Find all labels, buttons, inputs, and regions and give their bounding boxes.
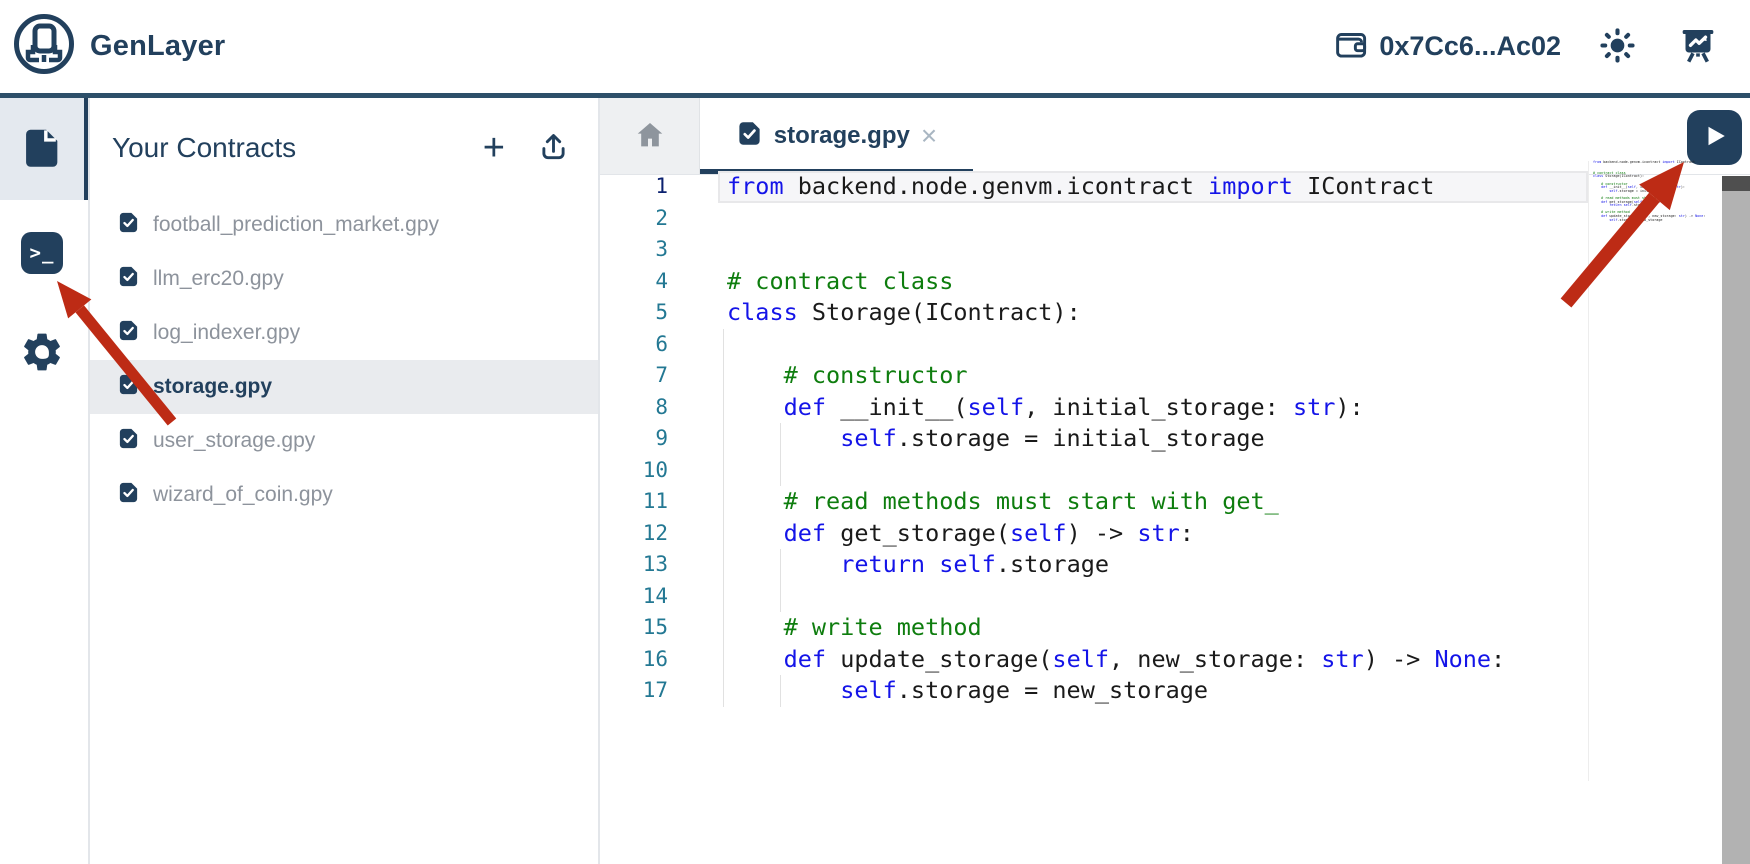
- line-number: 9: [600, 423, 668, 455]
- contract-file-name: user_storage.gpy: [153, 429, 315, 453]
- code-line-10[interactable]: 10: [600, 455, 1750, 487]
- code-line-3[interactable]: 3: [600, 234, 1750, 266]
- file-check-icon: [117, 211, 140, 239]
- home-icon: [634, 119, 666, 154]
- editor-tabbar: storage.gpy ×: [600, 98, 1750, 175]
- line-number: 2: [600, 203, 668, 235]
- run-button[interactable]: [1687, 110, 1742, 165]
- app-header: GenLayer 0x7Cc6...Ac02: [0, 0, 1750, 98]
- presentation-chart-icon: [1678, 25, 1718, 68]
- terminal-icon: >_: [21, 232, 63, 274]
- brand-title: GenLayer: [90, 30, 225, 63]
- sun-icon: [1597, 25, 1638, 69]
- line-number: 7: [600, 360, 668, 392]
- line-number: 6: [600, 329, 668, 361]
- file-icon: [19, 125, 65, 174]
- contract-list-item[interactable]: storage.gpy: [90, 360, 598, 414]
- add-contract-button[interactable]: +: [481, 133, 507, 163]
- contracts-panel: Your Contracts + football_prediction_mar…: [90, 98, 598, 864]
- code-line-11[interactable]: 11 # read methods must start with get_: [600, 486, 1750, 518]
- activity-sidebar: >_: [0, 98, 88, 864]
- line-number: 17: [600, 675, 668, 707]
- genlayer-logo: [12, 12, 76, 81]
- file-check-icon: [117, 319, 140, 347]
- code-line-12[interactable]: 12 def get_storage(self) -> str:: [600, 518, 1750, 550]
- editor-pane: storage.gpy × 1from backend.node.genvm.i…: [600, 98, 1750, 864]
- file-check-icon: [117, 427, 140, 455]
- contract-file-name: storage.gpy: [153, 375, 272, 399]
- tab-label: storage.gpy: [774, 122, 910, 150]
- wallet-address: 0x7Cc6...Ac02: [1379, 31, 1561, 62]
- contract-list-item[interactable]: log_indexer.gpy: [90, 306, 598, 360]
- file-check-icon: [117, 373, 140, 401]
- code-line-13[interactable]: 13 return self.storage: [600, 549, 1750, 581]
- wallet-address-button[interactable]: 0x7Cc6...Ac02: [1333, 26, 1561, 68]
- sidebar-item-contracts[interactable]: [0, 98, 84, 200]
- line-number: 3: [600, 234, 668, 266]
- file-check-icon: [117, 481, 140, 509]
- code-line-17[interactable]: 17 self.storage = new_storage: [600, 675, 1750, 707]
- close-tab-icon[interactable]: ×: [921, 124, 937, 148]
- code-line-5[interactable]: 5class Storage(IContract):: [600, 297, 1750, 329]
- code-line-6[interactable]: 6: [600, 329, 1750, 361]
- contract-list-item[interactable]: football_prediction_market.gpy: [90, 198, 598, 252]
- code-line-14[interactable]: 14: [600, 581, 1750, 613]
- stats-panel-button[interactable]: [1678, 25, 1718, 68]
- tab-home[interactable]: [600, 98, 700, 174]
- tab-storage-gpy[interactable]: storage.gpy ×: [700, 98, 973, 174]
- wallet-icon: [1333, 26, 1370, 68]
- code-line-1[interactable]: 1from backend.node.genvm.icontract impor…: [600, 171, 1750, 203]
- code-line-15[interactable]: 15 # write method: [600, 612, 1750, 644]
- upload-contract-button[interactable]: [537, 130, 570, 166]
- line-number: 16: [600, 644, 668, 676]
- line-number: 15: [600, 612, 668, 644]
- code-line-7[interactable]: 7 # constructor: [600, 360, 1750, 392]
- line-number: 11: [600, 486, 668, 518]
- sidebar-item-terminal[interactable]: >_: [0, 202, 84, 304]
- line-number: 12: [600, 518, 668, 550]
- code-editor[interactable]: 1from backend.node.genvm.icontract impor…: [600, 171, 1750, 864]
- contract-file-name: llm_erc20.gpy: [153, 267, 284, 291]
- line-number: 8: [600, 392, 668, 424]
- code-line-16[interactable]: 16 def update_storage(self, new_storage:…: [600, 644, 1750, 676]
- play-icon: [1702, 123, 1728, 152]
- code-line-4[interactable]: 4# contract class: [600, 266, 1750, 298]
- contract-list-item[interactable]: llm_erc20.gpy: [90, 252, 598, 306]
- file-check-icon: [736, 120, 763, 152]
- line-number: 4: [600, 266, 668, 298]
- contract-file-name: wizard_of_coin.gpy: [153, 483, 333, 507]
- code-line-9[interactable]: 9 self.storage = initial_storage: [600, 423, 1750, 455]
- line-number: 14: [600, 581, 668, 613]
- code-line-8[interactable]: 8 def __init__(self, initial_storage: st…: [600, 392, 1750, 424]
- theme-toggle-button[interactable]: [1597, 25, 1638, 69]
- line-number: 13: [600, 549, 668, 581]
- code-line-2[interactable]: 2: [600, 203, 1750, 235]
- contract-list-item[interactable]: user_storage.gpy: [90, 414, 598, 468]
- contracts-list: football_prediction_market.gpy llm_erc20…: [90, 198, 598, 522]
- gear-icon: [19, 329, 65, 378]
- line-number: 5: [600, 297, 668, 329]
- contract-file-name: log_indexer.gpy: [153, 321, 300, 345]
- line-number: 10: [600, 455, 668, 487]
- file-check-icon: [117, 265, 140, 293]
- upload-icon: [537, 130, 570, 166]
- sidebar-item-settings[interactable]: [0, 302, 84, 404]
- line-number: 1: [600, 171, 668, 203]
- contract-list-item[interactable]: wizard_of_coin.gpy: [90, 468, 598, 522]
- contracts-panel-title: Your Contracts: [112, 132, 296, 164]
- contract-file-name: football_prediction_market.gpy: [153, 213, 439, 237]
